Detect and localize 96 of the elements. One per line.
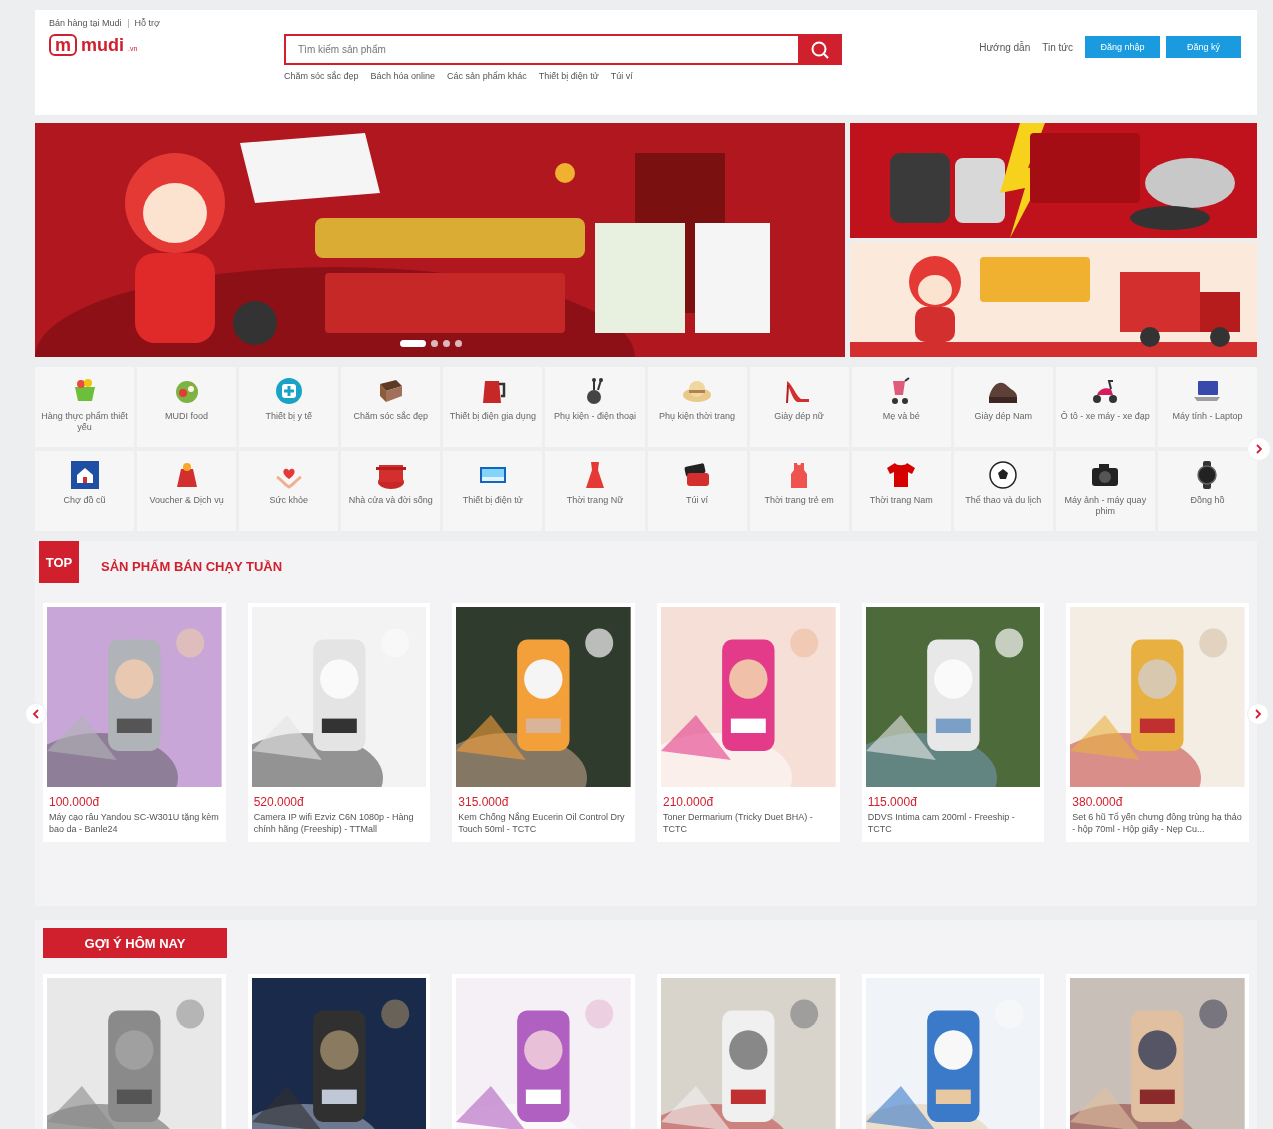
product-name: Kem Chống Nắng Eucerin Oil Control Dry Touch 50ml - TCTC xyxy=(458,812,626,836)
category-tile[interactable]: Voucher & Dịch vụ xyxy=(137,451,237,531)
product-name: DDVS Intima cam 200ml - Freeship - TCTC xyxy=(867,812,1016,836)
product-name: Camera IP wifi Ezviz C6N 1080p - Hàng chính hãng (Freeship) - TTMall xyxy=(253,812,415,836)
category-label: Giày dép nữ xyxy=(773,411,825,423)
category-label: Máy ảnh - máy quay phim xyxy=(1063,495,1148,518)
product-price: 115.000đ xyxy=(867,795,918,809)
product-price: 380.000đ xyxy=(1072,795,1124,809)
search-field[interactable]: Tìm kiếm sản phẩm xyxy=(284,34,798,65)
category-label: Phụ kiện thời trang xyxy=(658,411,736,423)
keyword-link[interactable]: Túi ví xyxy=(610,71,633,81)
category-tile[interactable]: Thiết bị điện tử xyxy=(443,451,543,531)
category-label: Túi ví xyxy=(685,495,710,507)
keyword-link[interactable]: Bách hóa online xyxy=(370,71,436,81)
category-tile[interactable]: Đồng hồ xyxy=(1157,451,1257,531)
search-icon xyxy=(810,39,830,60)
product-price: 100.000đ xyxy=(49,795,101,809)
category-tile[interactable]: Thời trang trẻ em xyxy=(749,451,849,531)
category-label: Phụ kiện - điện thoại xyxy=(552,411,637,423)
category-tile[interactable]: Phụ kiện thời trang xyxy=(647,367,747,447)
product-card[interactable]: 100.000đ Máy cạo râu Yandou SC-W301U tặng kèm bao da - Banle24 xyxy=(43,603,226,842)
keyword-link[interactable]: Thiết bị điện tử xyxy=(538,71,599,81)
category-label: Hàng thực phẩm thiết yếu xyxy=(40,411,129,434)
nav-link[interactable]: Hướng dẫn xyxy=(979,41,1031,53)
category-label: Thời trang trẻ em xyxy=(763,495,835,507)
category-tile[interactable]: Thời trang Nữ xyxy=(545,451,645,531)
chevron-right-icon xyxy=(1253,443,1265,455)
top-link[interactable]: Hỗ trợ xyxy=(134,18,160,28)
section-title: SẢN PHẨM BÁN CHẠY TUẦN xyxy=(101,558,283,574)
next-button[interactable] xyxy=(1247,437,1271,461)
ball-icon xyxy=(987,459,1020,491)
previous-button[interactable] xyxy=(25,703,47,725)
category-tile[interactable]: Giày dép nữ xyxy=(749,367,849,447)
category-label: Thể thao và du lịch xyxy=(964,495,1043,507)
category-label: Thiết bị y tế xyxy=(264,411,313,423)
category-label: Nhà cửa và đời sống xyxy=(347,495,434,507)
top-link[interactable]: Bán hàng tại Mudi xyxy=(49,18,122,28)
top-badge: TOP xyxy=(39,541,79,583)
category-label: Thiết bị điện gia dụng xyxy=(448,411,537,423)
chevron-left-icon xyxy=(30,708,42,720)
category-tile[interactable]: Phụ kiện - điện thoại xyxy=(545,367,645,447)
login-button[interactable]: Đăng nhập xyxy=(1085,36,1160,58)
product-card[interactable]: 115.000đ DDVS Intima cam 200ml - Freeship - TCTC xyxy=(861,603,1045,842)
category-label: Sức khỏe xyxy=(268,495,309,507)
category-tile[interactable]: Nhà cửa và đời sống xyxy=(341,451,441,531)
product-name: Toner Dermarium (Tricky Duet BHA) - TCTC xyxy=(663,812,814,836)
section-title: GỢI Ý HÔM NAY xyxy=(43,928,227,958)
product-price: 315.000đ xyxy=(458,795,510,809)
product-name: Máy cạo râu Yandou SC-W301U tặng kèm bao da - Banle24 xyxy=(49,812,220,836)
product-card[interactable]: 210.000đ Toner Dermarium (Tricky Duet BHA) - TCTC xyxy=(657,603,840,842)
register-button[interactable]: Đăng ký xyxy=(1166,36,1241,58)
category-label: Ô tô - xe máy - xe đạp xyxy=(1059,411,1151,423)
category-label: Thời trang Nam xyxy=(868,495,934,507)
category-tile[interactable]: Thời trang Nam xyxy=(851,451,951,531)
product-price: 210.000đ xyxy=(663,795,715,809)
carousel-dot[interactable] xyxy=(431,340,438,347)
category-label: MUDI food xyxy=(164,411,210,423)
house-icon xyxy=(68,459,101,491)
product-card[interactable]: 380.000đ Set 6 hũ Tổ yến chưng đông trùng hạ thảo - hộp 70ml - Hộp giấy - Nẹp Cu... xyxy=(1066,603,1249,842)
category-label: Chăm sóc sắc đẹp xyxy=(352,411,430,423)
category-tile[interactable]: Máy ảnh - máy quay phim xyxy=(1055,451,1155,531)
search-button[interactable] xyxy=(798,34,842,65)
category-label: Thời trang Nữ xyxy=(565,495,625,507)
category-tile[interactable]: MUDI food xyxy=(137,367,237,447)
category-tile[interactable]: Hàng thực phẩm thiết yếu xyxy=(35,367,135,447)
category-tile[interactable]: Thể thao và du lịch xyxy=(953,451,1053,531)
category-tile[interactable]: Chăm sóc sắc đẹp xyxy=(341,367,441,447)
category-label: Mẹ và bé xyxy=(881,411,921,423)
category-tile[interactable]: Túi ví xyxy=(647,451,747,531)
carousel-dot[interactable] xyxy=(443,340,450,347)
keyword-link[interactable]: Các sản phẩm khác xyxy=(447,71,527,81)
nav-link[interactable]: Tin tức xyxy=(1042,41,1073,53)
chevron-right-icon xyxy=(1252,708,1264,720)
category-label: Chợ đồ cũ xyxy=(62,495,107,507)
product-name: Set 6 hũ Tổ yến chưng đông trùng hạ thảo - hộp 70ml - Hộp giấy - Nẹp Cu... xyxy=(1072,812,1243,836)
category-tile[interactable]: Máy tính - Laptop xyxy=(1157,367,1257,447)
category-label: Voucher & Dịch vụ xyxy=(148,495,225,507)
category-tile[interactable]: Mẹ và bé xyxy=(851,367,951,447)
product-card[interactable]: 315.000đ Kem Chống Nắng Eucerin Oil Control Dry Touch 50ml - TCTC xyxy=(452,603,635,842)
category-tile[interactable]: Chợ đồ cũ xyxy=(35,451,135,531)
product-card[interactable]: 520.000đ Camera IP wifi Ezviz C6N 1080p - Hàng chính hãng (Freeship) - TTMall xyxy=(247,603,431,842)
next-button[interactable] xyxy=(1247,703,1269,725)
category-label: Máy tính - Laptop xyxy=(1171,411,1244,423)
logo-mark[interactable]: m xyxy=(49,34,77,56)
category-label: Thiết bị điện tử xyxy=(461,495,524,507)
category-tile[interactable]: Sức khỏe xyxy=(239,451,339,531)
carousel-dot[interactable] xyxy=(455,340,462,347)
category-tile[interactable]: Thiết bị điện gia dụng xyxy=(443,367,543,447)
category-tile[interactable]: Ô tô - xe máy - xe đạp xyxy=(1055,367,1155,447)
category-label: Giày dép Nam xyxy=(973,411,1034,423)
keyword-link[interactable]: Chăm sóc sắc đẹp xyxy=(284,71,359,81)
category-tile[interactable]: Thiết bị y tế xyxy=(239,367,339,447)
product-price: 520.000đ xyxy=(253,795,305,809)
category-label: Đồng hồ xyxy=(1189,495,1226,507)
logo-text[interactable]: mudi xyxy=(81,34,124,56)
category-tile[interactable]: Giày dép Nam xyxy=(953,367,1053,447)
